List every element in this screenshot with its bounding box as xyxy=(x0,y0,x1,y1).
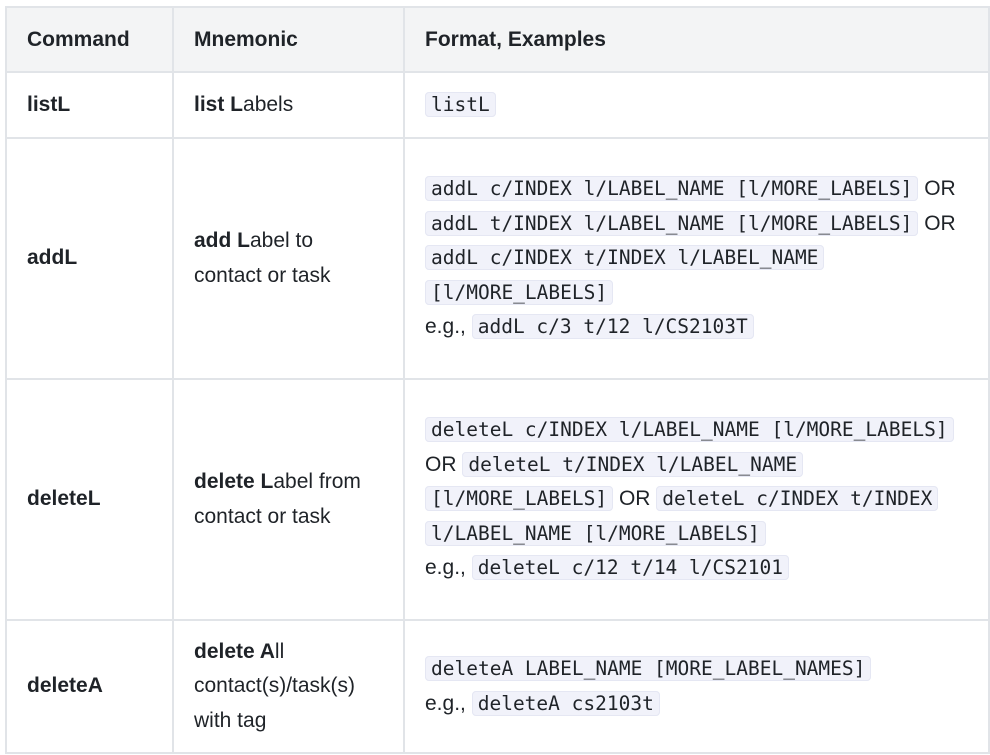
table-row-deleteL: deleteL delete Label from contact or tas… xyxy=(5,378,990,621)
format-code: addL c/INDEX t/INDEX l/LABEL_NAME [l/MOR… xyxy=(425,245,825,305)
example-prefix: e.g., xyxy=(425,556,466,580)
format-code: deleteA LABEL_NAME [MORE_LABEL_NAMES] xyxy=(425,656,872,681)
format-cell: deleteL c/INDEX l/LABEL_NAME [l/MORE_LAB… xyxy=(403,378,990,621)
mnemonic-bold: delete L xyxy=(194,470,274,493)
mnemonic-bold: add L xyxy=(194,229,250,252)
mnemonic-cell: list Labels xyxy=(172,71,405,139)
command-cell: listL xyxy=(5,71,174,139)
header-format: Format, Examples xyxy=(403,6,990,73)
example-code: addL c/3 t/12 l/CS2103T xyxy=(471,314,754,340)
format-code: deleteL c/INDEX l/LABEL_NAME [l/MORE_LAB… xyxy=(425,417,954,443)
format-code: addL c/INDEX l/LABEL_NAME [l/MORE_LABELS… xyxy=(425,176,919,202)
command-cell: deleteL xyxy=(5,378,174,621)
format-code: listL xyxy=(425,91,496,117)
mnemonic-rest: abels xyxy=(243,92,294,116)
example-code: deleteL c/12 t/14 l/CS2101 xyxy=(471,555,789,581)
mnemonic-cell: delete Label from contact or task xyxy=(172,378,405,621)
table-row-deleteA: deleteA delete All contact(s)/task(s) wi… xyxy=(5,619,990,754)
table-header-row: Command Mnemonic Format, Examples xyxy=(5,6,990,73)
format-cell: addL c/INDEX l/LABEL_NAME [l/MORE_LABELS… xyxy=(403,137,990,380)
example-prefix: e.g., xyxy=(425,315,466,339)
table-row-addL: addL add Label to contact or task addL c… xyxy=(5,137,990,380)
command-summary-table: Command Mnemonic Format, Examples listL … xyxy=(5,6,990,754)
format-cell: listL xyxy=(403,71,990,139)
or-text: OR xyxy=(924,177,956,201)
mnemonic-bold: list L xyxy=(194,92,244,116)
header-command: Command xyxy=(5,6,174,73)
mnemonic-cell: delete All contact(s)/task(s) with tag xyxy=(172,619,405,754)
command-cell: deleteA xyxy=(5,619,174,754)
mnemonic-cell: add Label to contact or task xyxy=(172,137,405,380)
mnemonic-bold: delete A xyxy=(194,639,275,663)
table-row-listL: listL list Labels listL xyxy=(5,71,990,139)
example-code: deleteA cs2103t xyxy=(471,690,660,716)
or-text: OR xyxy=(425,452,457,476)
or-text: OR xyxy=(618,487,651,511)
example-prefix: e.g., xyxy=(425,691,466,715)
command-cell: addL xyxy=(5,137,174,380)
header-mnemonic: Mnemonic xyxy=(172,6,405,73)
or-text: OR xyxy=(924,211,956,235)
format-cell: deleteA LABEL_NAME [MORE_LABEL_NAMES] e.g… xyxy=(403,619,990,754)
format-code: addL t/INDEX l/LABEL_NAME [l/MORE_LABELS… xyxy=(425,210,919,236)
